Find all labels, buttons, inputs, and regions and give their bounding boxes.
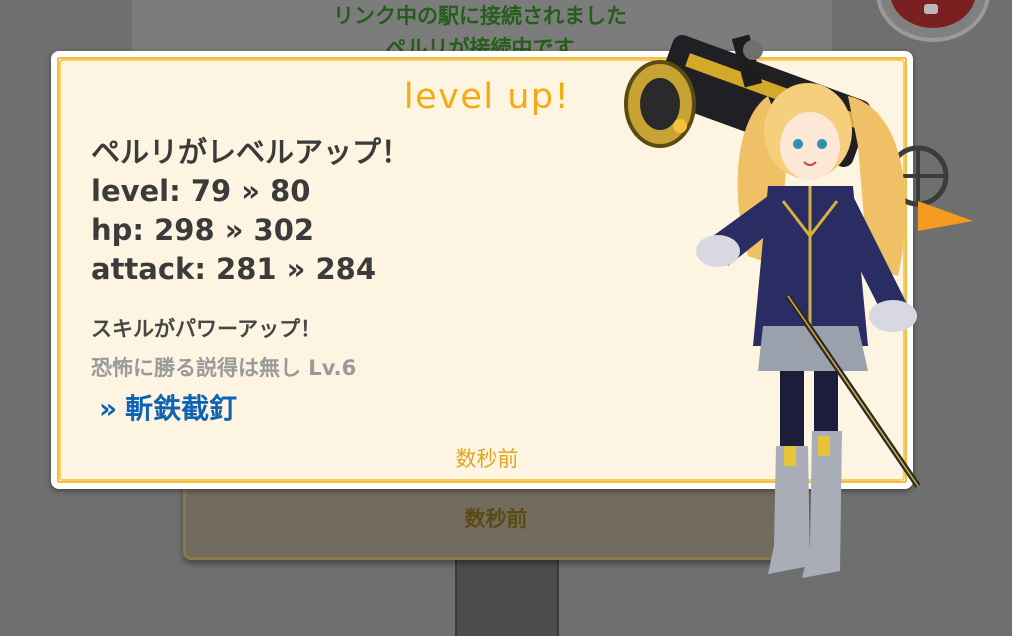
skill-up-heading: スキルがパワーアップ！ bbox=[91, 317, 322, 341]
attack-change: attack: 281 » 284 bbox=[91, 252, 377, 286]
skill-arrow-icon: » bbox=[99, 392, 118, 425]
previous-skill-name: 恐怖に勝る説得は無し Lv.6 bbox=[91, 356, 357, 380]
new-skill-link[interactable]: » 斬鉄截釘 bbox=[99, 387, 237, 427]
hp-change: hp: 298 » 302 bbox=[91, 213, 315, 247]
character-illustration bbox=[624, 34, 973, 578]
corner-button-icon bbox=[924, 4, 938, 14]
new-skill-name: 斬鉄截釘 bbox=[125, 392, 238, 425]
level-up-headline: ペルリがレベルアップ！ bbox=[91, 135, 411, 169]
level-up-stats: ペルリがレベルアップ！ level: 79 » 80 hp: 298 » 302… bbox=[91, 133, 410, 289]
level-change: level: 79 » 80 bbox=[91, 174, 311, 208]
